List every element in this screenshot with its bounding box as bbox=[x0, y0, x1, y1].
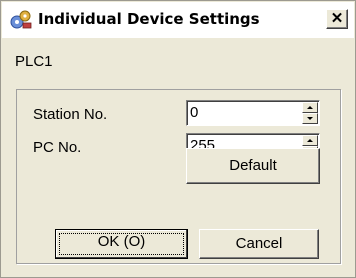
cancel-button[interactable]: Cancel bbox=[199, 229, 319, 259]
station-no-value[interactable]: 0 bbox=[190, 104, 198, 122]
station-no-label: Station No. bbox=[33, 106, 108, 123]
window-title: Individual Device Settings bbox=[38, 10, 260, 28]
station-no-spinbox[interactable]: 0 bbox=[186, 100, 320, 126]
close-button[interactable]: ✕ bbox=[326, 9, 348, 29]
ok-button[interactable]: OK (O) bbox=[55, 229, 188, 259]
title-bar[interactable]: Individual Device Settings ✕ bbox=[2, 2, 354, 38]
focus-rectangle bbox=[59, 233, 184, 255]
close-icon: ✕ bbox=[330, 10, 344, 27]
station-no-decrement-button[interactable] bbox=[302, 113, 318, 124]
pc-no-label: PC No. bbox=[33, 139, 82, 156]
device-settings-icon bbox=[10, 10, 32, 30]
station-no-spin-buttons bbox=[302, 102, 318, 124]
device-name-label: PLC1 bbox=[15, 53, 53, 70]
station-no-increment-button[interactable] bbox=[302, 102, 318, 113]
default-button[interactable]: Default bbox=[186, 148, 320, 184]
individual-device-settings-dialog: Individual Device Settings ✕ PLC1 Statio… bbox=[0, 0, 356, 278]
pc-no-increment-button[interactable] bbox=[302, 135, 318, 146]
